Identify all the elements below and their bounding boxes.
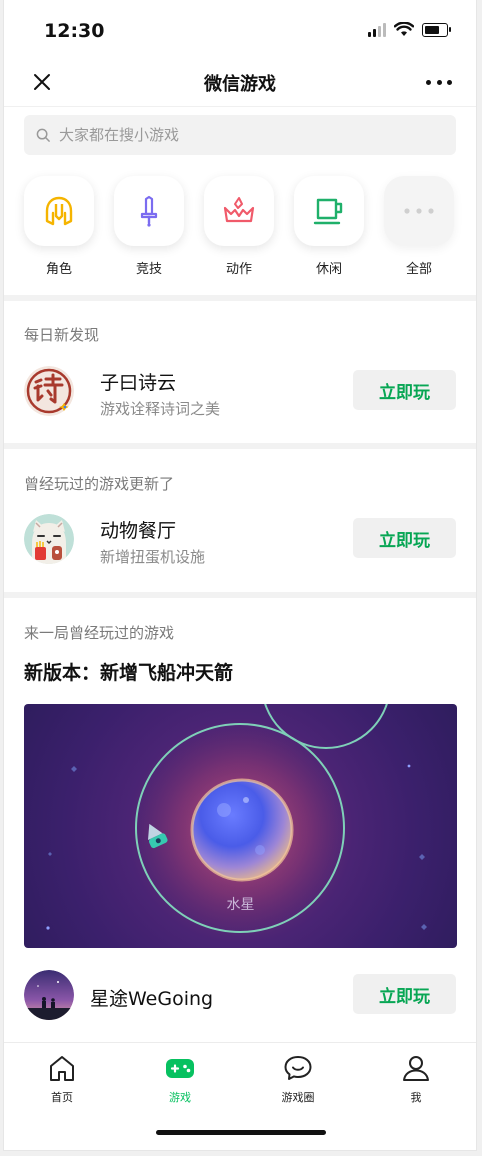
status-time: 12:30: [44, 20, 105, 42]
category-label: 角色: [45, 262, 72, 277]
signal-icon: [368, 22, 386, 37]
section-divider: [4, 443, 476, 449]
replay-section-title: 来一局曾经玩过的游戏: [24, 624, 175, 642]
play-now-button[interactable]: 立即玩: [353, 974, 456, 1014]
category-casual-tile[interactable]: [294, 176, 364, 246]
category-action-tile[interactable]: [204, 176, 274, 246]
play-now-button[interactable]: 立即玩: [353, 518, 456, 558]
category-competitive-tile[interactable]: [114, 176, 184, 246]
home-indicator[interactable]: [156, 1130, 326, 1135]
category-competitive[interactable]: 竞技: [114, 176, 184, 277]
section-divider: [4, 592, 476, 598]
game-banner[interactable]: 水星: [24, 704, 457, 948]
gamepad-icon: [166, 1059, 194, 1078]
category-action[interactable]: 动作: [204, 176, 274, 277]
category-all[interactable]: 全部: [384, 176, 454, 277]
battery-icon: [422, 22, 451, 37]
chat-bubble-icon: [284, 1056, 312, 1080]
daily-section-title: 每日新发现: [24, 326, 100, 344]
category-casual[interactable]: 休闲: [294, 176, 364, 277]
crown-icon: [223, 197, 255, 223]
tab-home[interactable]: 首页: [22, 1053, 102, 1105]
game-name: 动物餐厅: [100, 520, 177, 542]
wifi-icon: [394, 22, 414, 36]
status-icons: [368, 22, 451, 37]
shi-game-logo: [24, 366, 74, 416]
more-options-icon[interactable]: [426, 72, 452, 92]
wegoing-logo: [24, 970, 74, 1020]
animal-restaurant-logo: [24, 514, 74, 564]
category-label: 动作: [225, 262, 252, 277]
person-icon: [403, 1056, 429, 1081]
more-dots-icon: [404, 208, 434, 214]
update-headline: 新版本：新增飞船冲天箭: [24, 662, 234, 684]
updated-section-title: 曾经玩过的游戏更新了: [24, 475, 175, 493]
tab-game-circle[interactable]: 游戏圈: [258, 1053, 338, 1105]
tab-label: 游戏: [169, 1091, 191, 1104]
status-bar: 12:30: [4, 0, 476, 60]
search-input[interactable]: [57, 125, 441, 145]
updated-game-row[interactable]: 动物餐厅 新增扭蛋机设施 立即玩: [24, 514, 456, 576]
search-bar[interactable]: [24, 115, 456, 155]
daily-game-row[interactable]: 子曰诗云 游戏诠释诗词之美 立即玩: [24, 366, 456, 428]
sword-icon: [140, 195, 158, 227]
category-role[interactable]: 角色: [24, 176, 94, 277]
game-description: 新增扭蛋机设施: [100, 548, 206, 566]
category-label: 竞技: [135, 262, 162, 277]
cup-icon: [313, 198, 343, 225]
planet-label: 水星: [226, 897, 255, 913]
nav-bar: 微信游戏: [4, 60, 476, 107]
play-now-button[interactable]: 立即玩: [353, 370, 456, 410]
category-label: 全部: [405, 262, 432, 277]
game-name: 子曰诗云: [100, 372, 177, 394]
tab-label: 我: [410, 1091, 422, 1104]
tab-label: 游戏圈: [281, 1091, 315, 1104]
category-label: 休闲: [315, 262, 342, 277]
category-shortcuts: 角色 竞技 动作 休闲 全部: [4, 176, 476, 277]
game-name: 星途WeGoing: [90, 988, 214, 1010]
home-icon: [50, 1056, 74, 1081]
phone-screen: 12:30 微信游戏 大家都在搜小游戏 角色 竞技 动作 休闲 全部 每日新发现…: [4, 0, 476, 1150]
category-all-tile[interactable]: [384, 176, 454, 246]
replay-game-row[interactable]: 星途WeGoing 立即玩: [24, 970, 456, 1032]
game-description: 游戏诠释诗词之美: [100, 400, 221, 418]
tab-me[interactable]: 我: [376, 1053, 456, 1105]
tab-label: 首页: [51, 1091, 73, 1104]
section-divider: [4, 295, 476, 301]
page-title: 微信游戏: [204, 74, 276, 95]
category-role-tile[interactable]: [24, 176, 94, 246]
search-icon: [36, 128, 50, 142]
helmet-icon: [45, 196, 73, 226]
tab-games[interactable]: 游戏: [140, 1053, 220, 1105]
